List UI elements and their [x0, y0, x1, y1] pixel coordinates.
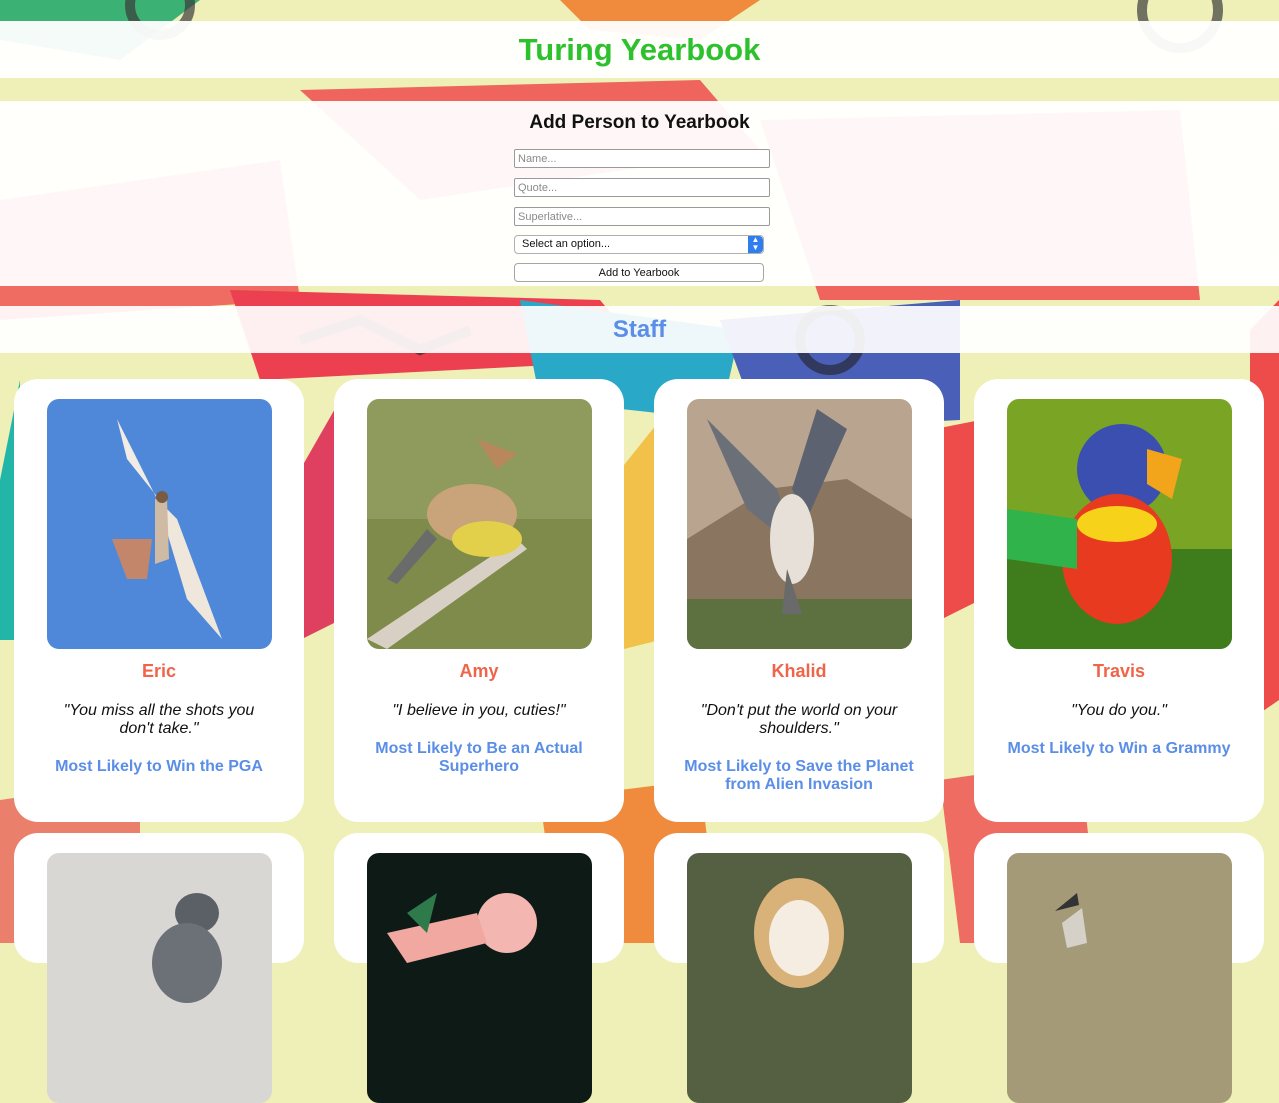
add-person-form: Add Person to Yearbook Select an option.… [0, 101, 1279, 286]
superlative-input[interactable] [514, 207, 770, 226]
person-name: Khalid [771, 661, 827, 681]
form-heading: Add Person to Yearbook [529, 112, 750, 133]
chevron-updown-icon: ▲ ▼ [748, 236, 763, 253]
person-photo-waxwing [367, 399, 592, 649]
person-photo-barn-owl [687, 853, 912, 1103]
name-input[interactable] [514, 149, 770, 168]
person-card [654, 833, 944, 1103]
person-superlative: Most Likely to Be an Actual Superhero [375, 740, 583, 775]
quote-input[interactable] [514, 178, 770, 197]
app-header: Turing Yearbook [0, 21, 1279, 78]
person-card: Eric "You miss all the shots you don't t… [14, 379, 304, 822]
person-photo-lorikeet [1007, 399, 1232, 649]
person-superlative: Most Likely to Win the PGA [55, 758, 263, 775]
person-photo-flamingo [367, 853, 592, 1103]
person-photo-pigeon [47, 853, 272, 1103]
person-card [14, 833, 304, 1103]
person-name: Amy [459, 661, 499, 681]
person-quote: "Don't put the world on your shoulders." [700, 702, 898, 737]
person-photo-secretary-bird [1007, 853, 1232, 1103]
section-title: Staff [612, 315, 667, 343]
person-name: Travis [1092, 661, 1146, 681]
role-select-value: Select an option... [522, 238, 611, 250]
person-card: Khalid "Don't put the world on your shou… [654, 379, 944, 822]
person-card [974, 833, 1264, 1103]
person-quote: "You miss all the shots you don't take." [63, 702, 255, 737]
section-header: Staff [0, 306, 1279, 353]
person-superlative: Most Likely to Win a Grammy [1007, 740, 1231, 757]
person-quote: "I believe in you, cuties!" [392, 702, 566, 719]
person-superlative: Most Likely to Save the Planet from Alie… [684, 758, 914, 793]
person-photo-hawk [47, 399, 272, 649]
person-card: Travis "You do you." Most Likely to Win … [974, 379, 1264, 822]
role-select[interactable]: Select an option... ▲ ▼ [514, 235, 764, 254]
person-card: Amy "I believe in you, cuties!" Most Lik… [334, 379, 624, 822]
add-to-yearbook-button[interactable]: Add to Yearbook [514, 263, 764, 282]
person-photo-falcon [687, 399, 912, 649]
person-name: Eric [141, 661, 177, 681]
person-quote: "You do you." [1071, 702, 1167, 719]
app-title: Turing Yearbook [518, 31, 761, 67]
person-card [334, 833, 624, 1103]
